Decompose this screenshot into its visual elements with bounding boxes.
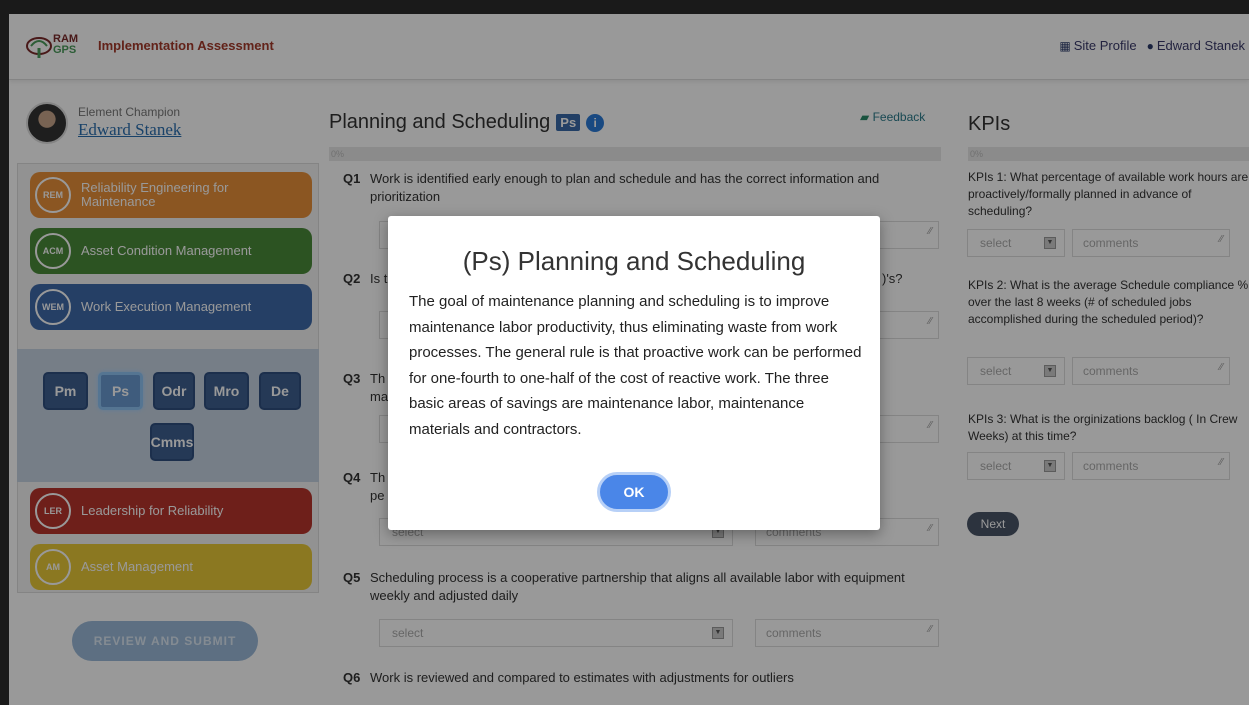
app-window: RAM GPS Implementation Assessment ▦ Site… xyxy=(9,14,1249,705)
info-modal: (Ps) Planning and Scheduling The goal of… xyxy=(388,216,880,530)
modal-body-text: The goal of maintenance planning and sch… xyxy=(409,293,862,438)
modal-title: (Ps) Planning and Scheduling xyxy=(462,246,806,276)
ok-button[interactable]: OK xyxy=(597,472,671,512)
